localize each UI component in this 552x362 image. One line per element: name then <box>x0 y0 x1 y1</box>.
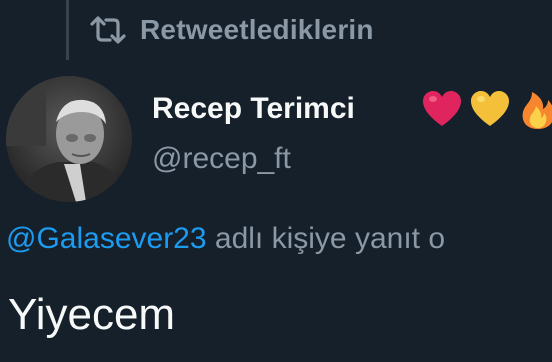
reply-mention-link[interactable]: @Galasever23 <box>6 222 207 255</box>
fire-icon <box>516 88 552 130</box>
author-username[interactable]: @recep_ft <box>152 142 291 176</box>
author-badges <box>420 88 552 130</box>
tweet-text: Yiyecem <box>8 290 176 339</box>
avatar[interactable] <box>6 76 132 202</box>
author-display-name[interactable]: Recep Terimci <box>152 92 355 126</box>
thread-line <box>66 0 69 60</box>
retweet-context[interactable]: Retweetlediklerin <box>88 10 374 50</box>
retweet-icon <box>88 14 128 46</box>
reply-context: @Galasever23 adlı kişiye yanıt o <box>6 222 445 256</box>
reply-suffix: adlı kişiye yanıt o <box>206 222 446 255</box>
yellow-heart-icon <box>468 88 512 130</box>
red-heart-icon <box>420 88 464 130</box>
retweet-label: Retweetlediklerin <box>140 14 374 45</box>
